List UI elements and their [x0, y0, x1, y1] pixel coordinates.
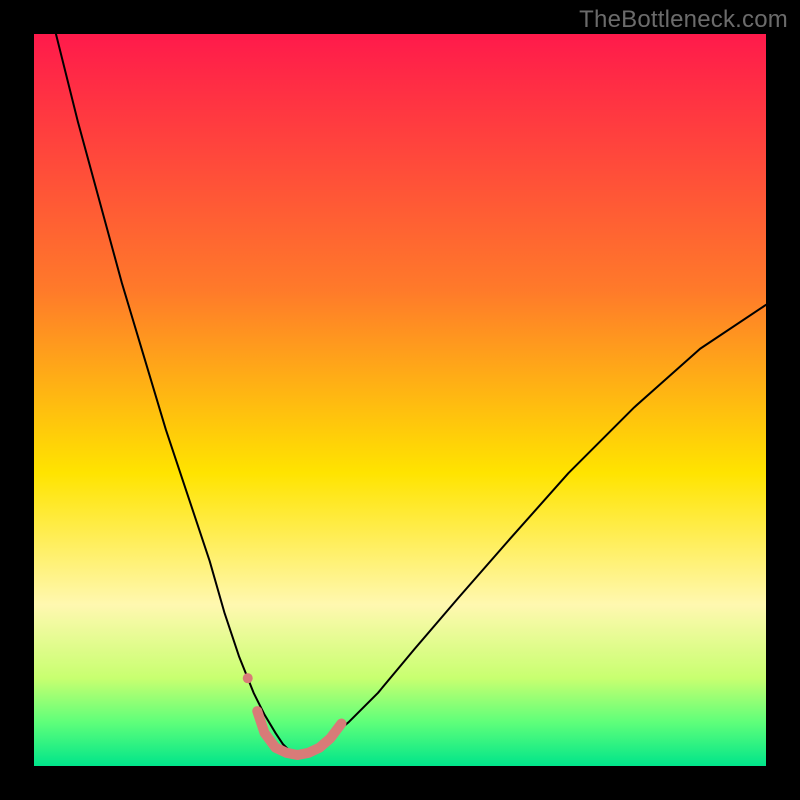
chart-marker-layer	[243, 673, 253, 683]
watermark-label: TheBottleneck.com	[579, 6, 788, 34]
chart-background	[34, 34, 766, 766]
marker-sweet-spot-dot	[243, 673, 253, 683]
chart-svg	[34, 34, 766, 766]
chart-frame: TheBottleneck.com	[0, 0, 800, 800]
chart-plot-area	[34, 34, 766, 766]
